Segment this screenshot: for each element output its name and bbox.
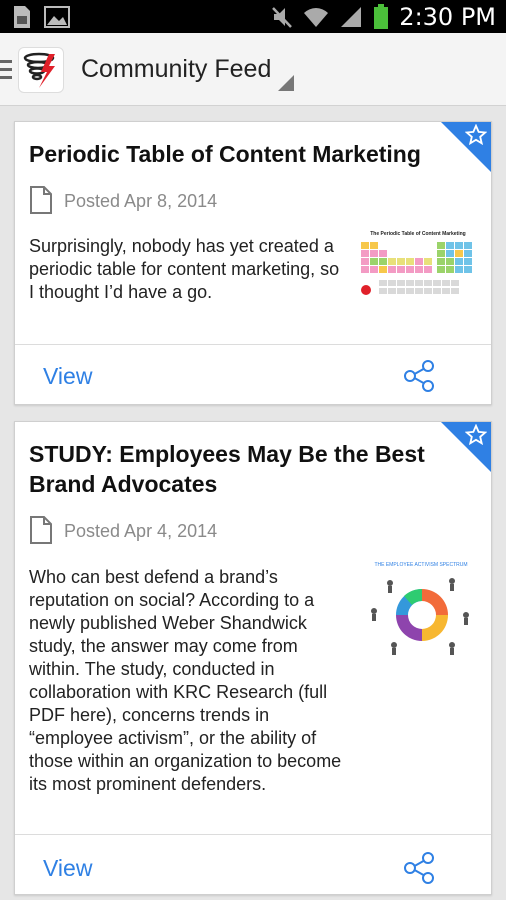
- document-icon: [30, 516, 52, 544]
- thumbnail-caption: THE EMPLOYEE ACTIVISM SPECTRUM: [374, 562, 468, 568]
- posted-date: Posted Apr 4, 2014: [64, 521, 218, 541]
- wifi-icon: [304, 8, 329, 27]
- mute-icon: [272, 7, 293, 28]
- battery-icon: [374, 4, 389, 29]
- star-icon[interactable]: [465, 424, 487, 446]
- posted-date: Posted Apr 8, 2014: [64, 191, 218, 211]
- page-title: Community Feed: [81, 55, 272, 83]
- share-icon[interactable]: [403, 360, 435, 392]
- feed-card: STUDY: Employees May Be the Best Brand A…: [14, 421, 492, 895]
- card-divider: [15, 834, 491, 835]
- card-excerpt: Who can best defend a brand’s reputation…: [29, 567, 342, 794]
- title-dropdown-indicator[interactable]: [278, 75, 294, 91]
- share-icon[interactable]: [403, 852, 435, 884]
- star-icon[interactable]: [465, 124, 487, 146]
- sd-card-icon: [14, 6, 30, 28]
- feed-card: Periodic Table of Content Marketing Post…: [14, 121, 492, 405]
- article-thumbnail[interactable]: THE EMPLOYEE ACTIVISM SPECTRUM: [360, 562, 482, 658]
- thumbnail-caption: The Periodic Table of Content Marketing: [370, 231, 466, 237]
- app-logo[interactable]: [18, 47, 64, 93]
- tornado-logo-icon: [23, 52, 55, 88]
- view-button[interactable]: View: [43, 855, 92, 882]
- card-divider: [15, 344, 491, 345]
- status-bar: 2:30 PM: [0, 0, 506, 33]
- activism-spectrum-image: [360, 569, 482, 657]
- clock-time: 2:30 PM: [399, 3, 496, 31]
- periodic-table-image: [357, 238, 479, 308]
- article-thumbnail[interactable]: The Periodic Table of Content Marketing: [357, 231, 479, 309]
- document-icon: [30, 186, 52, 214]
- drawer-menu-icon[interactable]: [0, 60, 12, 80]
- signal-icon: [341, 7, 362, 27]
- view-button[interactable]: View: [43, 363, 92, 390]
- card-title[interactable]: STUDY: Employees May Be the Best Brand A…: [29, 439, 449, 499]
- action-bar: Community Feed: [0, 33, 506, 106]
- card-excerpt: Surprisingly, nobody has yet created a p…: [29, 236, 340, 302]
- card-title[interactable]: Periodic Table of Content Marketing: [29, 139, 449, 169]
- image-icon: [44, 6, 70, 28]
